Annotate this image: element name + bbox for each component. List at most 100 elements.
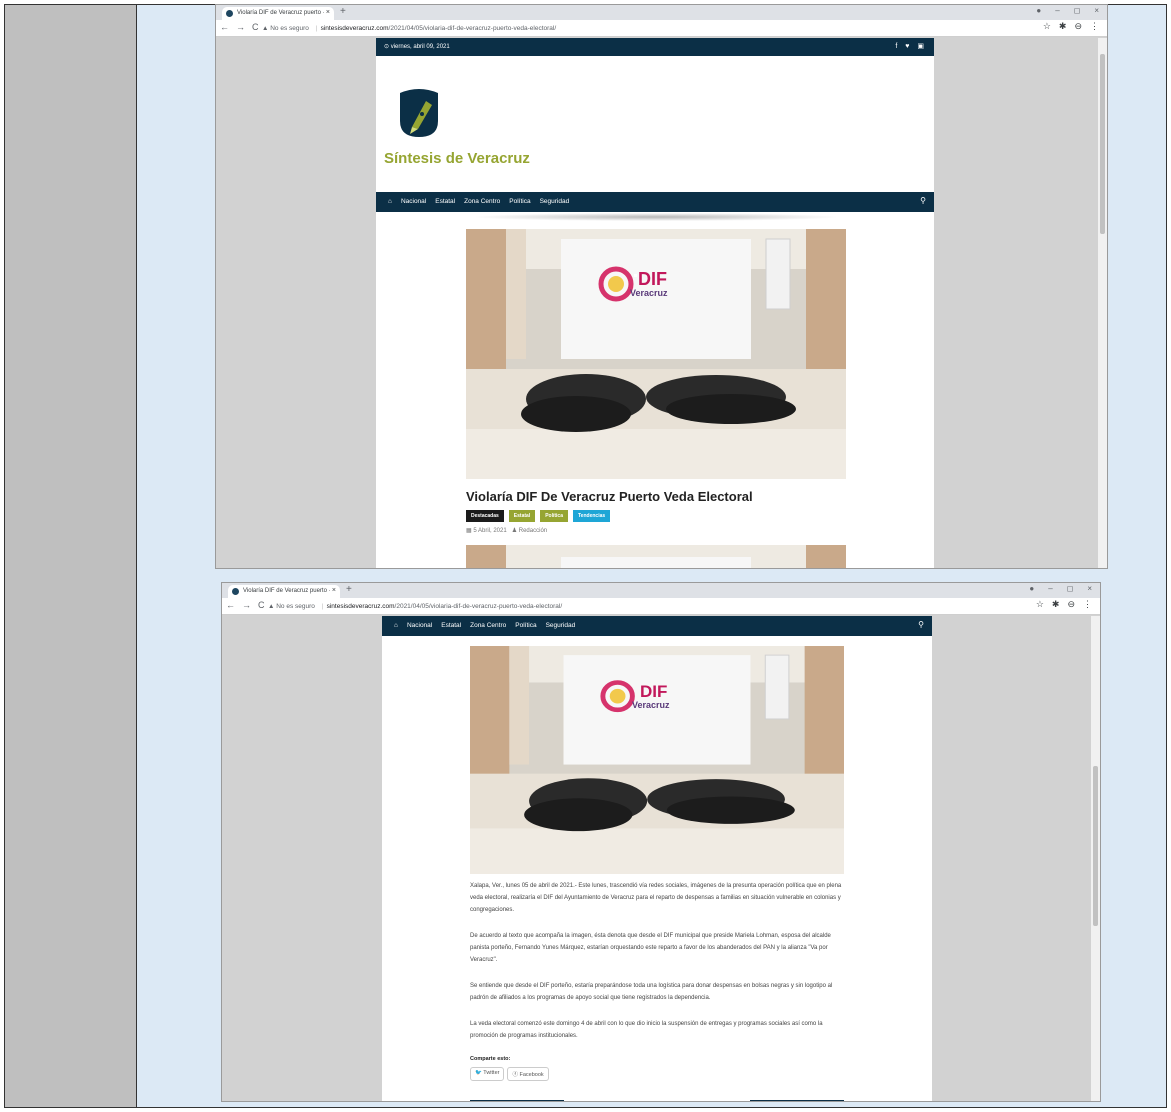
nav-buttons: ← → C [226,600,265,610]
toolbar-icons: ☆ ✱ ⊖ ⋮ [1036,599,1092,610]
url-domain: sintesisdeveracruz.com [320,25,389,32]
article-photo-repeat [466,545,846,568]
back-button[interactable]: ← [220,22,229,32]
nav-zona-centro[interactable]: Zona Centro [470,622,506,629]
profile-dot-icon[interactable]: ● [1036,6,1041,15]
security-warning[interactable]: ▲ No es seguro [268,603,315,610]
extensions-icon[interactable]: ✱ [1059,21,1067,32]
tab-strip: Violaría DIF de Veracruz puerto · × + ● … [216,5,1107,20]
reload-button[interactable]: C [252,22,259,32]
browser-screenshot-top: Violaría DIF de Veracruz puerto · × + ● … [215,4,1108,569]
share-label: Comparte esto: [470,1056,511,1062]
profile-icon[interactable]: ⊖ [1067,599,1075,610]
document-frame: Violaría DIF de Veracruz puerto · × + ● … [0,0,1171,1112]
url-field[interactable]: ▲ No es seguro | sintesisdeveracruz.com/20… [262,22,1022,35]
article-paragraph: De acuerdo al texto que acompaña la imag… [470,933,831,963]
page-viewport: ⌂ Nacional Estatal Zona Centro Política … [222,616,1100,1101]
back-button[interactable]: ← [226,600,235,610]
main-nav: ⌂ Nacional Estatal Zona Centro Política … [376,192,934,212]
article-author[interactable]: ♟ Redacción [512,528,547,534]
article-photo[interactable]: DIF Veracruz [466,229,846,479]
bookmark-star-icon[interactable]: ☆ [1043,21,1051,32]
security-warning[interactable]: ▲ No es seguro [262,25,309,32]
home-icon[interactable]: ⌂ [388,198,392,205]
forward-button[interactable]: → [242,600,251,610]
left-column [4,4,137,1108]
scrollbar-thumb[interactable] [1100,54,1105,234]
tab-strip: Violaría DIF de Veracruz puerto · × + ● … [222,583,1100,598]
tag-estatal[interactable]: Estatal [508,510,536,522]
web-page: ⊙ viernes, abril 09, 2021 f ♥ ▣ Síntesis… [376,38,934,568]
search-icon[interactable]: ⚲ [918,620,924,629]
share-twitter-button[interactable]: 🐦 Twitter [470,1067,505,1081]
menu-icon[interactable]: ⋮ [1083,599,1092,610]
dif-logo-sub: Veracruz [632,700,670,710]
tag-politica[interactable]: Política [540,510,568,522]
bookmark-star-icon[interactable]: ☆ [1036,599,1044,610]
scrollbar-thumb[interactable] [1093,766,1098,926]
minimize-button[interactable]: – [1055,6,1059,15]
page-viewport: ⊙ viernes, abril 09, 2021 f ♥ ▣ Síntesis… [216,38,1107,568]
extensions-icon[interactable]: ✱ [1052,599,1060,610]
article-meta: ▦ 5 Abril, 2021 ♟ Redacción [466,527,547,534]
web-page: ⌂ Nacional Estatal Zona Centro Política … [382,616,932,1101]
nav-buttons: ← → C [220,22,259,32]
nav-politica[interactable]: Política [515,622,536,629]
tag-tendencias[interactable]: Tendencias [573,510,611,522]
new-tab-button[interactable]: + [340,6,346,17]
search-icon[interactable]: ⚲ [920,196,926,205]
browser-tab[interactable]: Violaría DIF de Veracruz puerto · × [228,585,340,598]
browser-screenshot-bottom: Violaría DIF de Veracruz puerto · × + ● … [221,582,1101,1102]
url-path: /2021/04/05/violaria-dif-de-veracruz-pue… [394,603,563,610]
reload-button[interactable]: C [258,600,265,610]
address-bar: ← → C ▲ No es seguro | sintesisdeveracruz.… [222,598,1100,615]
nav-politica[interactable]: Política [509,198,530,205]
window-controls: ● – ◻ × [1029,584,1092,593]
close-window-button[interactable]: × [1087,584,1092,593]
top-date: ⊙ viernes, abril 09, 2021 [384,44,450,50]
browser-tab[interactable]: Violaría DIF de Veracruz puerto · × [222,7,334,20]
url-field[interactable]: ▲ No es seguro | sintesisdeveracruz.com/20… [268,600,1028,613]
dif-logo-text: DIF [638,269,667,289]
url-domain: sintesisdeveracruz.com [326,603,395,610]
maximize-button[interactable]: ◻ [1067,584,1074,593]
nav-nacional[interactable]: Nacional [401,198,426,205]
nav-estatal[interactable]: Estatal [435,198,455,205]
tag-destacadas[interactable]: Destacadas [466,510,504,522]
scrollbar[interactable] [1098,38,1107,568]
nav-estatal[interactable]: Estatal [441,622,461,629]
social-icons[interactable]: f ♥ ▣ [895,42,927,50]
scrollbar[interactable] [1091,616,1100,1101]
profile-dot-icon[interactable]: ● [1029,584,1034,593]
nav-zona-centro[interactable]: Zona Centro [464,198,500,205]
share-buttons: 🐦 Twitter ⓕ Facebook [470,1067,549,1081]
home-icon[interactable]: ⌂ [394,622,398,629]
nav-nacional[interactable]: Nacional [407,622,432,629]
tab-title: Violaría DIF de Veracruz puerto · [243,588,331,594]
menu-icon[interactable]: ⋮ [1090,21,1099,32]
share-facebook-button[interactable]: ⓕ Facebook [507,1067,549,1081]
window-controls: ● – ◻ × [1036,6,1099,15]
profile-icon[interactable]: ⊖ [1074,21,1082,32]
tab-close-icon[interactable]: × [326,9,330,16]
article-paragraph: Se entiende que desde el DIF porteño, es… [470,983,833,1001]
tab-close-icon[interactable]: × [332,587,336,594]
article-photo[interactable]: DIF Veracruz [470,646,844,874]
nav-seguridad[interactable]: Seguridad [540,198,570,205]
url-path: /2021/04/05/violaria-dif-de-veracruz-pue… [388,25,557,32]
site-title[interactable]: Síntesis de Veracruz [384,150,530,167]
dif-logo-sub: Veracruz [630,288,668,298]
forward-button[interactable]: → [236,22,245,32]
article-title[interactable]: Violaría DIF De Veracruz Puerto Veda Ele… [466,489,753,504]
category-tags: Destacadas Estatal Política Tendencias [466,510,611,522]
minimize-button[interactable]: – [1048,584,1052,593]
nav-seguridad[interactable]: Seguridad [546,622,576,629]
toolbar-icons: ☆ ✱ ⊖ ⋮ [1043,21,1099,32]
favicon-icon [226,10,233,17]
maximize-button[interactable]: ◻ [1074,6,1081,15]
site-logo-icon[interactable] [396,87,442,140]
new-tab-button[interactable]: + [346,584,352,595]
bottom-bar-right [750,1100,844,1101]
main-nav: ⌂ Nacional Estatal Zona Centro Política … [382,616,932,636]
close-window-button[interactable]: × [1094,6,1099,15]
